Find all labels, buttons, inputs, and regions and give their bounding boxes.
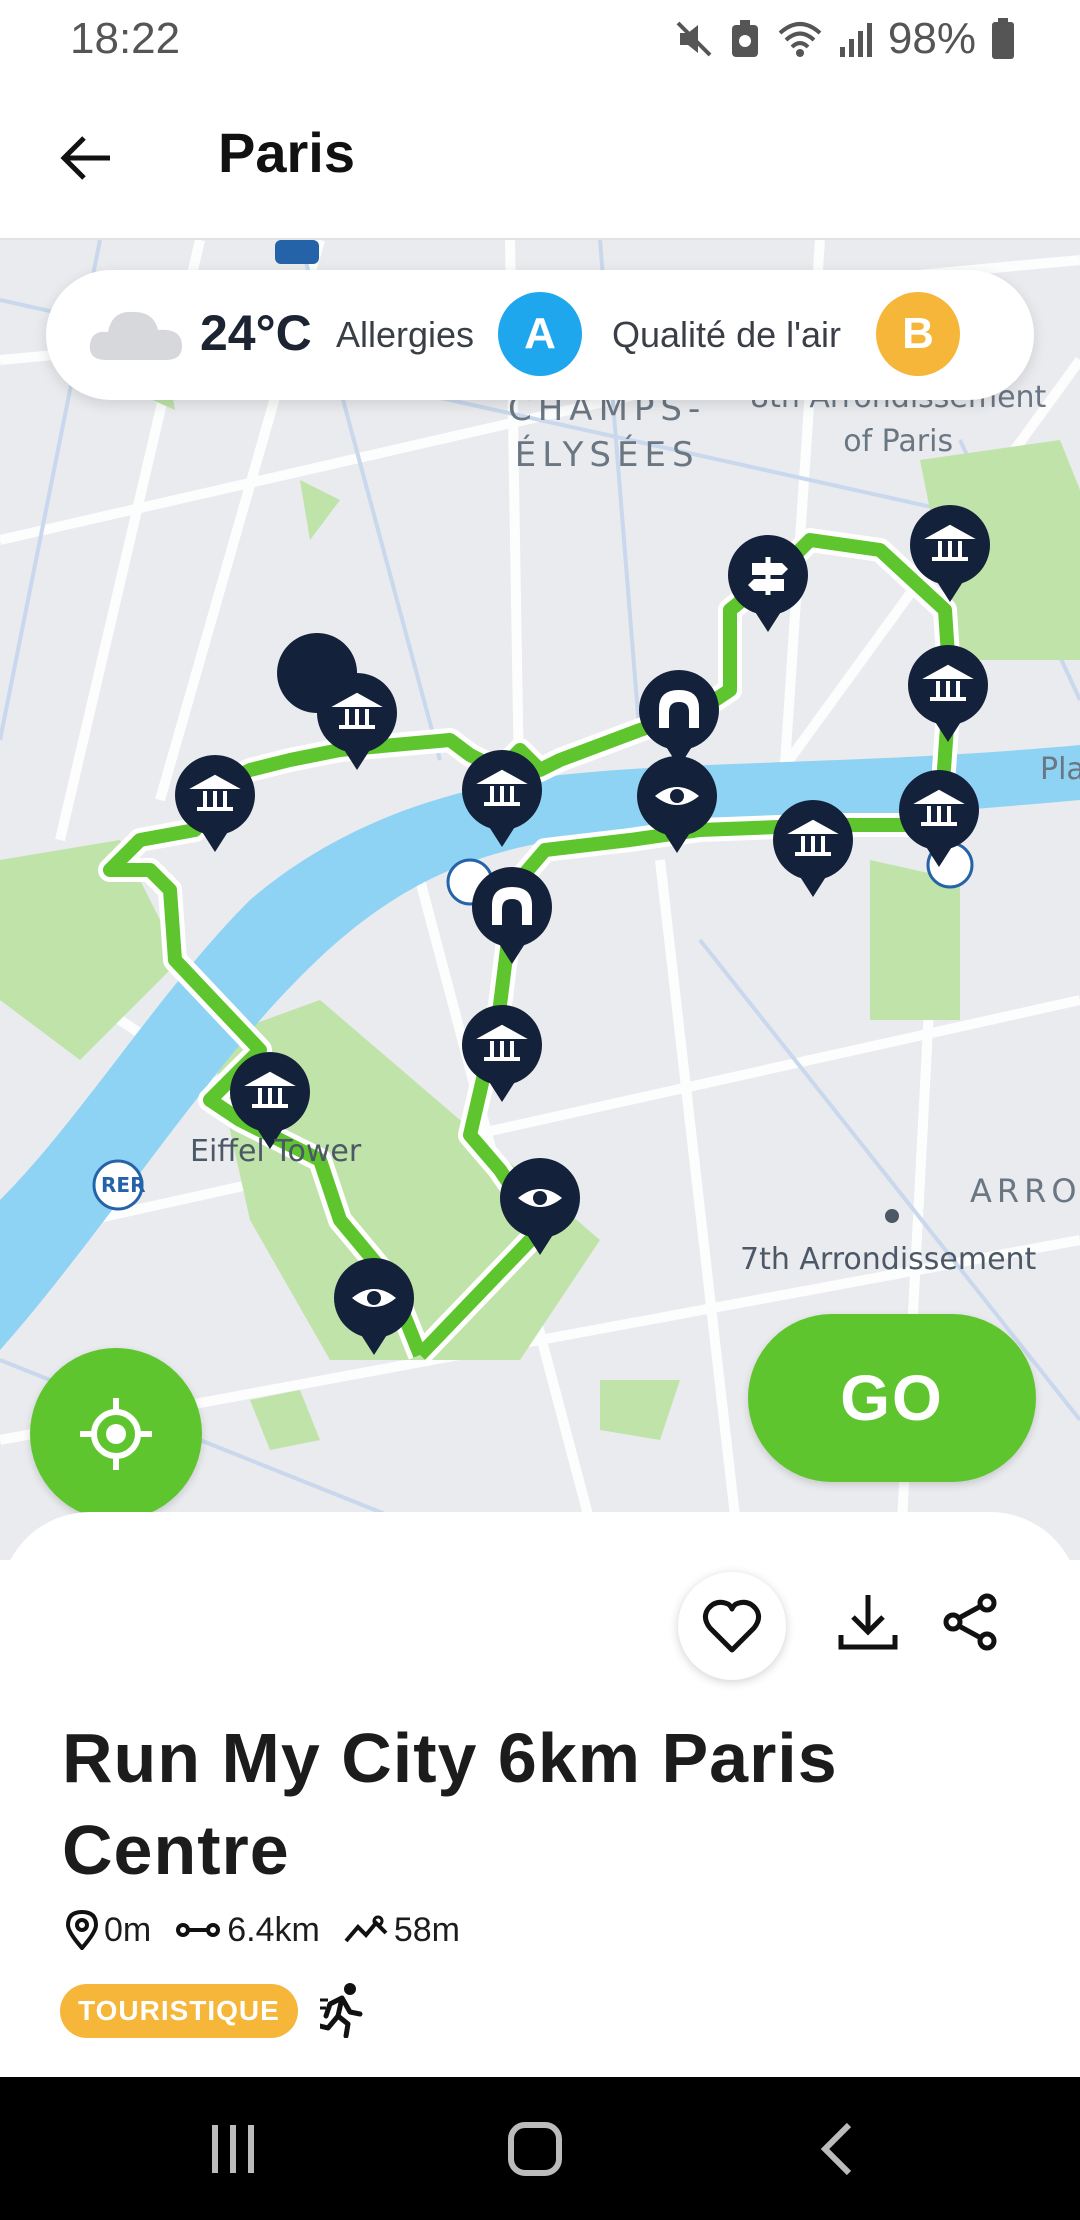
battery-icon	[990, 18, 1016, 60]
back-chevron-icon	[820, 2122, 852, 2176]
share-icon	[943, 1593, 997, 1651]
recents-button[interactable]	[188, 2113, 278, 2185]
locate-me-button[interactable]	[30, 1348, 202, 1520]
runner-icon	[320, 1983, 363, 2038]
page-title: Paris	[218, 121, 355, 184]
status-time: 18:22	[70, 14, 181, 63]
system-nav-bar	[0, 2077, 1080, 2220]
status-icons: 98%	[674, 14, 1016, 64]
length-stat: 6.4km	[175, 1911, 320, 1950]
battery-percent: 98%	[887, 14, 976, 63]
recents-icon	[212, 2125, 254, 2173]
map-label-pla: Pla	[1040, 752, 1080, 787]
location-pin-icon	[66, 1910, 98, 1950]
route-details-sheet: Run My City 6km Paris Centre 0m 6.4km 58…	[0, 1512, 1080, 2077]
map-label-arro: ARRO	[970, 1172, 1080, 1210]
allergies-grade-badge[interactable]: A	[498, 292, 582, 376]
route-title: Run My City 6km Paris Centre	[62, 1719, 838, 1889]
route-length-icon	[176, 1923, 221, 1937]
home-icon	[508, 2122, 562, 2176]
home-button[interactable]	[490, 2113, 580, 2185]
temperature: 24°C	[200, 305, 312, 361]
start-distance-value: 0m	[104, 1910, 152, 1949]
nav-back-button[interactable]	[792, 2113, 882, 2185]
cloud-icon	[89, 311, 182, 360]
heart-icon	[702, 1599, 762, 1653]
elevation-icon	[344, 1915, 388, 1943]
map-view[interactable]: RER CHAMPS- ÉLYSÉES of Paris Eiffel Towe…	[0, 240, 1080, 1560]
air-quality-label: Qualité de l'air	[612, 314, 841, 355]
battery-saver-icon	[728, 19, 762, 59]
map-label-eiffel-tower: Eiffel Tower	[190, 1134, 362, 1169]
length-value: 6.4km	[227, 1910, 320, 1949]
crosshair-icon	[80, 1398, 152, 1470]
wifi-icon	[776, 19, 824, 59]
download-button[interactable]	[828, 1582, 908, 1662]
signal-icon	[838, 19, 874, 59]
elevation-value: 58m	[393, 1910, 460, 1949]
go-button[interactable]: GO	[748, 1314, 1036, 1482]
app-bar: Paris	[0, 78, 1080, 240]
elevation-stat: 58m	[344, 1911, 460, 1950]
download-icon	[838, 1595, 898, 1650]
arrow-left-icon	[60, 136, 110, 180]
weather-card[interactable]: 24°C Allergies A Qualité de l'air B	[46, 270, 1034, 400]
svg-text:RER: RER	[101, 1173, 145, 1197]
route-stats: 0m 6.4km 58m	[66, 1910, 484, 1950]
status-bar: 18:22 98%	[0, 0, 1080, 78]
start-distance-stat: 0m	[66, 1910, 151, 1950]
back-button[interactable]	[48, 120, 124, 196]
allergies-label: Allergies	[336, 314, 475, 355]
favorite-button[interactable]	[678, 1572, 786, 1680]
category-tag: TOURISTIQUE	[60, 1984, 298, 2038]
mute-icon	[674, 19, 714, 59]
map-label-7th-arrondissement: 7th Arrondissement	[740, 1242, 1037, 1277]
air-quality-grade-badge[interactable]: B	[876, 292, 960, 376]
share-button[interactable]	[930, 1582, 1010, 1662]
